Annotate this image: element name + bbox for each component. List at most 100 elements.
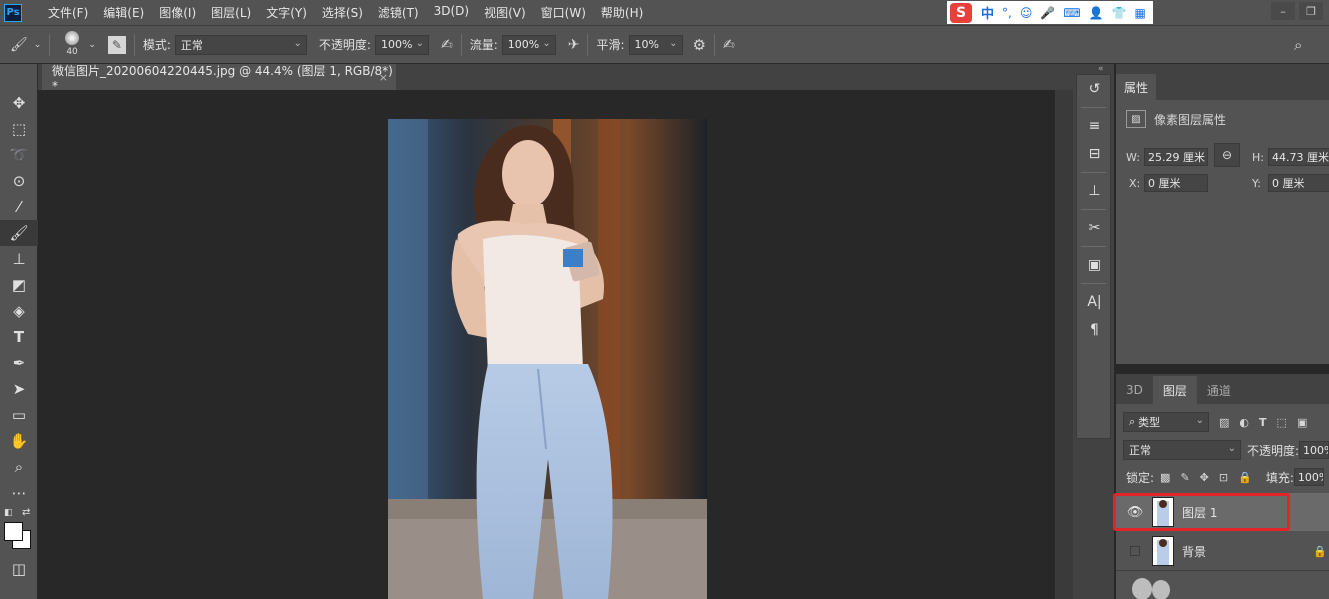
tab-channels[interactable]: 通道 — [1197, 376, 1241, 404]
restore-button[interactable]: ❐ — [1299, 2, 1323, 20]
lock-position-icon[interactable]: ✥ — [1200, 471, 1209, 484]
menu-3d[interactable]: 3D(D) — [434, 4, 469, 21]
menu-type[interactable]: 文字(Y) — [266, 4, 307, 21]
emoji-icon[interactable]: ☺ — [1020, 6, 1033, 20]
mode-select[interactable]: 正常 ⌄ — [174, 34, 307, 55]
gear-icon[interactable]: ⚙ — [693, 36, 706, 54]
opacity-input[interactable]: 100% ⌄ — [374, 34, 429, 55]
chevron-down-icon[interactable]: ⌄ — [88, 40, 96, 50]
sogou-logo[interactable]: S — [950, 2, 972, 23]
filter-shape-icon[interactable]: ⬚ — [1277, 416, 1287, 429]
quick-select-tool-icon[interactable]: ⊙ — [0, 168, 38, 194]
default-colors-icon[interactable]: ◧ — [4, 508, 13, 518]
stamp-tool-icon[interactable]: ⊥ — [0, 246, 38, 272]
x-row: X: 0 厘米 — [1129, 174, 1208, 192]
path-select-tool-icon[interactable]: ➤ — [0, 376, 38, 402]
tab-3d[interactable]: 3D — [1116, 376, 1153, 404]
collapse-icon[interactable]: « — [1098, 64, 1104, 74]
lock-pixels-icon[interactable]: ✎ — [1180, 471, 1189, 484]
menu-edit[interactable]: 编辑(E) — [103, 4, 144, 21]
document-tab[interactable]: 微信图片_20200604220445.jpg @ 44.4% (图层 1, R… — [42, 64, 396, 93]
visibility-toggle[interactable] — [1124, 540, 1146, 562]
search-icon[interactable]: ⌕ — [1294, 36, 1302, 54]
clone-source-icon[interactable]: ⊥ — [1077, 177, 1112, 205]
color-swatches[interactable]: ◧ ⇄ — [0, 506, 37, 556]
lasso-tool-icon[interactable]: ➰ — [0, 142, 38, 168]
hand-tool-icon[interactable]: ✋ — [0, 428, 38, 454]
eraser-tool-icon[interactable]: ◩ — [0, 272, 38, 298]
user-icon[interactable]: 👤 — [1089, 6, 1104, 20]
menu-view[interactable]: 视图(V) — [484, 4, 526, 21]
menu-image[interactable]: 图像(I) — [159, 4, 196, 21]
rectangle-tool-icon[interactable]: ▭ — [0, 402, 38, 428]
y-input[interactable]: 0 厘米 — [1268, 174, 1329, 192]
brush-preset-picker[interactable]: 40 — [58, 27, 88, 63]
foreground-color-swatch[interactable] — [4, 522, 23, 541]
move-tool-icon[interactable]: ✥ — [0, 90, 38, 116]
menu-layer[interactable]: 图层(L) — [211, 4, 251, 21]
history-icon[interactable]: ↺ — [1077, 75, 1112, 103]
airbrush-icon[interactable]: ✈ — [568, 37, 580, 53]
filter-type-icon[interactable]: T — [1259, 416, 1267, 429]
quick-mask-icon[interactable]: ◫ — [0, 556, 38, 582]
lock-artboard-icon[interactable]: ⊡ — [1219, 471, 1228, 484]
tool-presets-icon[interactable]: ✂ — [1077, 214, 1112, 242]
link-icon[interactable]: ⊖ — [1214, 143, 1240, 167]
fill-input[interactable]: 100% — [1293, 468, 1324, 486]
libraries-icon[interactable]: ▣ — [1077, 251, 1112, 279]
ime-toolbar[interactable]: S 中 °, ☺ 🎤 ⌨ 👤 👕 ▦ — [947, 1, 1153, 24]
smoothing-input[interactable]: 10% ⌄ — [628, 34, 683, 55]
filter-pixel-icon[interactable]: ▨ — [1219, 416, 1229, 429]
properties-tab[interactable]: 属性 — [1116, 74, 1156, 100]
close-icon[interactable]: × — [379, 71, 388, 84]
tab-layers[interactable]: 图层 — [1152, 376, 1197, 404]
menu-select[interactable]: 选择(S) — [322, 4, 363, 21]
filter-adjustment-icon[interactable]: ◐ — [1239, 416, 1249, 429]
ime-mode[interactable]: 中 — [981, 3, 994, 22]
layer-filter-select[interactable]: ⌕ 类型 ⌄ — [1123, 412, 1209, 432]
brush-tool-icon[interactable]: 🖌 — [0, 220, 38, 246]
zoom-tool-icon[interactable]: ⌕ — [0, 454, 38, 480]
more-tools-icon[interactable]: ⋯ — [0, 480, 38, 506]
menu-help[interactable]: 帮助(H) — [601, 4, 643, 21]
layer-opacity-input[interactable]: 100% — [1299, 441, 1329, 459]
chevron-down-icon: ⌄ — [293, 37, 302, 49]
flow-input[interactable]: 100% ⌄ — [501, 34, 556, 55]
vertical-scrollbar[interactable] — [1055, 90, 1073, 599]
layer-row-background[interactable]: 背景 🔒 — [1116, 532, 1329, 570]
paint-bucket-tool-icon[interactable]: ◈ — [0, 298, 38, 324]
x-input[interactable]: 0 厘米 — [1144, 174, 1208, 192]
pressure-size-icon[interactable]: ✍ — [723, 37, 735, 53]
grid-icon[interactable]: ▦ — [1135, 6, 1146, 20]
blend-mode-select[interactable]: 正常 ⌄ — [1123, 440, 1241, 460]
layers-panel: 3D 图层 通道 ⌕ 类型 ⌄ ▨ ◐ T ⬚ ▣ 正常 ⌄ 不透明度: 100… — [1116, 374, 1329, 599]
width-input[interactable]: 25.29 厘米 — [1144, 148, 1208, 166]
brush-settings-icon[interactable]: ≡ — [1077, 112, 1112, 140]
pressure-opacity-icon[interactable]: ✍ — [441, 37, 453, 53]
brush-settings-icon[interactable]: ✎ — [107, 35, 126, 54]
ime-punct[interactable]: °, — [1002, 6, 1012, 20]
keyboard-icon[interactable]: ⌨ — [1063, 6, 1080, 20]
menu-filter[interactable]: 滤镜(T) — [378, 4, 419, 21]
paragraph-icon[interactable]: ¶ — [1077, 316, 1112, 344]
lock-all-icon[interactable]: 🔒 — [1238, 471, 1252, 484]
adjustments-icon[interactable]: ⊟ — [1077, 140, 1112, 168]
lock-transparent-icon[interactable]: ▩ — [1160, 471, 1170, 484]
chevron-down-icon: ⌄ — [1195, 415, 1204, 426]
swap-colors-icon[interactable]: ⇄ — [22, 507, 30, 518]
menu-file[interactable]: 文件(F) — [48, 4, 88, 21]
mic-icon[interactable]: 🎤 — [1040, 6, 1055, 20]
type-tool-icon[interactable]: T — [0, 324, 38, 350]
height-input[interactable]: 44.73 厘米 — [1268, 148, 1329, 166]
chevron-down-icon[interactable]: ⌄ — [34, 40, 42, 50]
menu-window[interactable]: 窗口(W) — [541, 4, 586, 21]
pen-tool-icon[interactable]: ✒ — [0, 350, 38, 376]
eyedropper-tool-icon[interactable]: ⁄ — [0, 194, 38, 220]
marquee-tool-icon[interactable]: ⬚ — [0, 116, 38, 142]
minimize-button[interactable]: – — [1271, 2, 1295, 20]
brush-tool-icon[interactable]: 🖌 — [10, 37, 28, 53]
filter-smart-icon[interactable]: ▣ — [1297, 416, 1307, 429]
document-image[interactable] — [388, 119, 707, 599]
shirt-icon[interactable]: 👕 — [1112, 6, 1127, 20]
character-icon[interactable]: A| — [1077, 288, 1112, 316]
